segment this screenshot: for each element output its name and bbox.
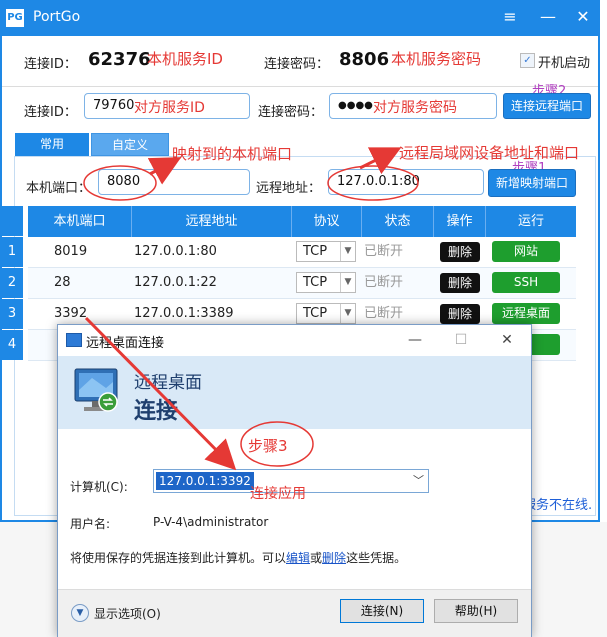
delete-button[interactable]: 删除 <box>440 304 480 324</box>
chevron-down-icon: ▼ <box>340 304 355 323</box>
local-port-value: 8080 <box>107 174 141 189</box>
table-header: 本机端口 远程地址 协议 状态 操作 运行 <box>28 206 576 237</box>
app-title: PortGo <box>33 9 81 25</box>
remote-password-input[interactable]: ●●●● 对方服务密码 <box>329 93 497 119</box>
protocol-select[interactable]: TCP ▼ <box>296 303 356 324</box>
local-port-input[interactable]: 8080 <box>98 169 250 195</box>
rdp-connect-button[interactable]: 连接(N) <box>340 599 424 623</box>
local-service-row: 连接ID： 62376 本机服务ID 连接密码： 8806 本机服务密码 ✓ 开… <box>2 36 598 87</box>
run-button[interactable]: SSH <box>492 272 560 293</box>
protocol-select[interactable]: TCP ▼ <box>296 241 356 262</box>
tab-common[interactable]: 常用 <box>15 133 89 156</box>
remote-id-annotation: 对方服务ID <box>134 100 205 116</box>
run-button[interactable]: 网站 <box>492 241 560 262</box>
remote-address-value: 127.0.0.1:80 <box>337 174 420 189</box>
computer-value: 127.0.0.1:3392 <box>156 472 254 490</box>
remote-desktop-icon <box>66 333 82 347</box>
col-protocol: 协议 <box>292 206 362 237</box>
remote-id-label: 连接ID： <box>24 105 77 120</box>
chevron-down-icon: ▼ <box>340 242 355 261</box>
rdp-title-bar: 远程桌面连接 — ☐ ✕ <box>58 325 531 356</box>
col-status: 状态 <box>362 206 434 237</box>
monitor-icon <box>74 368 118 412</box>
autostart-checkbox[interactable]: ✓ <box>520 53 535 68</box>
add-mapping-button[interactable]: 新增映射端口 <box>488 169 576 197</box>
menu-icon[interactable]: ≡ <box>499 6 521 28</box>
run-button[interactable]: 远程桌面 <box>492 303 560 324</box>
computer-annotation: 连接应用 <box>250 486 306 502</box>
local-port-label: 本机端口： <box>26 181 92 196</box>
local-id-value: 62376 <box>88 49 151 70</box>
row-remote-address: 127.0.0.1:22 <box>134 275 217 290</box>
remote-desktop-dialog: 远程桌面连接 — ☐ ✕ 远程桌面 连接 步骤3 计算机(C): 127.0.0… <box>57 324 532 637</box>
remote-address-annotation: 远程局域网设备地址和端口 <box>399 144 580 162</box>
delete-credentials-link[interactable]: 删除 <box>322 551 346 565</box>
protocol-value: TCP <box>303 275 328 290</box>
row-index: 2 <box>1 268 23 298</box>
rdp-banner-title: 远程桌面 <box>134 373 202 393</box>
maximize-icon: ☐ <box>454 332 468 348</box>
local-password-value: 8806 <box>339 49 390 70</box>
edit-credentials-link[interactable]: 编辑 <box>286 551 310 565</box>
row-index: 3 <box>1 299 23 329</box>
remote-address-label: 远程地址： <box>256 181 322 196</box>
row-index: 4 <box>1 330 23 360</box>
col-remote-address: 远程地址 <box>132 206 292 237</box>
col-run: 运行 <box>517 214 544 229</box>
local-password-annotation: 本机服务密码 <box>391 50 482 68</box>
remote-password-value: ●●●● <box>338 100 373 111</box>
remote-password-annotation: 对方服务密码 <box>373 100 457 116</box>
table-row: 1 8019 127.0.0.1:80 TCP ▼ 已断开 删除 网站 <box>1 237 576 268</box>
row-local-port: 8019 <box>54 244 88 259</box>
computer-label: 计算机(C): <box>70 480 128 494</box>
username-label: 用户名: <box>70 517 111 531</box>
table-row: 2 28 127.0.0.1:22 TCP ▼ 已断开 删除 SSH <box>1 268 576 299</box>
remote-address-input[interactable]: 127.0.0.1:80 <box>328 169 484 195</box>
col-action: 操作 <box>434 206 486 237</box>
show-options-button[interactable]: 显示选项(O) <box>94 605 161 622</box>
protocol-value: TCP <box>303 306 328 321</box>
credentials-text: 将使用保存的凭据连接到此计算机。可以编辑或删除这些凭据。 <box>70 551 407 565</box>
col-local-port: 本机端口 <box>28 206 132 237</box>
close-icon[interactable]: ✕ <box>492 329 522 351</box>
delete-button[interactable]: 删除 <box>440 273 480 293</box>
remote-id-value: 79760 <box>93 98 135 113</box>
rdp-footer: ▼ 显示选项(O) 连接(N) 帮助(H) <box>58 589 531 637</box>
local-id-annotation: 本机服务ID <box>147 50 223 68</box>
remote-password-label: 连接密码： <box>258 105 324 120</box>
row-local-port: 28 <box>54 275 71 290</box>
minimize-icon[interactable]: — <box>537 6 559 28</box>
remote-id-input[interactable]: 79760 对方服务ID <box>84 93 250 119</box>
chevron-down-icon[interactable]: ﹀ <box>413 472 424 488</box>
protocol-value: TCP <box>303 244 328 259</box>
step3-annotation: 步骤3 <box>248 437 288 455</box>
connect-remote-port-button[interactable]: 连接远程端口 <box>503 93 591 119</box>
rdp-banner-subtitle: 连接 <box>134 399 179 424</box>
chevron-down-icon[interactable]: ▼ <box>71 604 89 622</box>
autostart-label: 开机启动 <box>538 56 591 71</box>
local-password-label: 连接密码： <box>264 57 330 72</box>
title-bar: PG PortGo ≡ — ✕ <box>0 0 600 36</box>
delete-button[interactable]: 删除 <box>440 242 480 262</box>
tab-custom[interactable]: 自定义 <box>91 133 169 156</box>
row-status: 已断开 <box>364 244 404 259</box>
row-status: 已断开 <box>364 275 404 290</box>
minimize-icon[interactable]: — <box>400 329 430 351</box>
row-index: 1 <box>1 237 23 267</box>
row-remote-address: 127.0.0.1:80 <box>134 244 217 259</box>
close-icon[interactable]: ✕ <box>572 6 594 28</box>
local-port-annotation: 映射到的本机端口 <box>172 145 293 163</box>
protocol-select[interactable]: TCP ▼ <box>296 272 356 293</box>
rdp-help-button[interactable]: 帮助(H) <box>434 599 518 623</box>
username-value: P-V-4\administrator <box>153 515 269 529</box>
header-index-cell <box>1 206 23 236</box>
app-logo: PG <box>6 9 24 27</box>
chevron-down-icon: ▼ <box>340 273 355 292</box>
service-status-text: 服务不在线. <box>523 498 593 513</box>
local-id-label: 连接ID： <box>24 57 77 72</box>
rdp-banner: 远程桌面 连接 <box>58 356 531 429</box>
rdp-title: 远程桌面连接 <box>86 336 165 351</box>
